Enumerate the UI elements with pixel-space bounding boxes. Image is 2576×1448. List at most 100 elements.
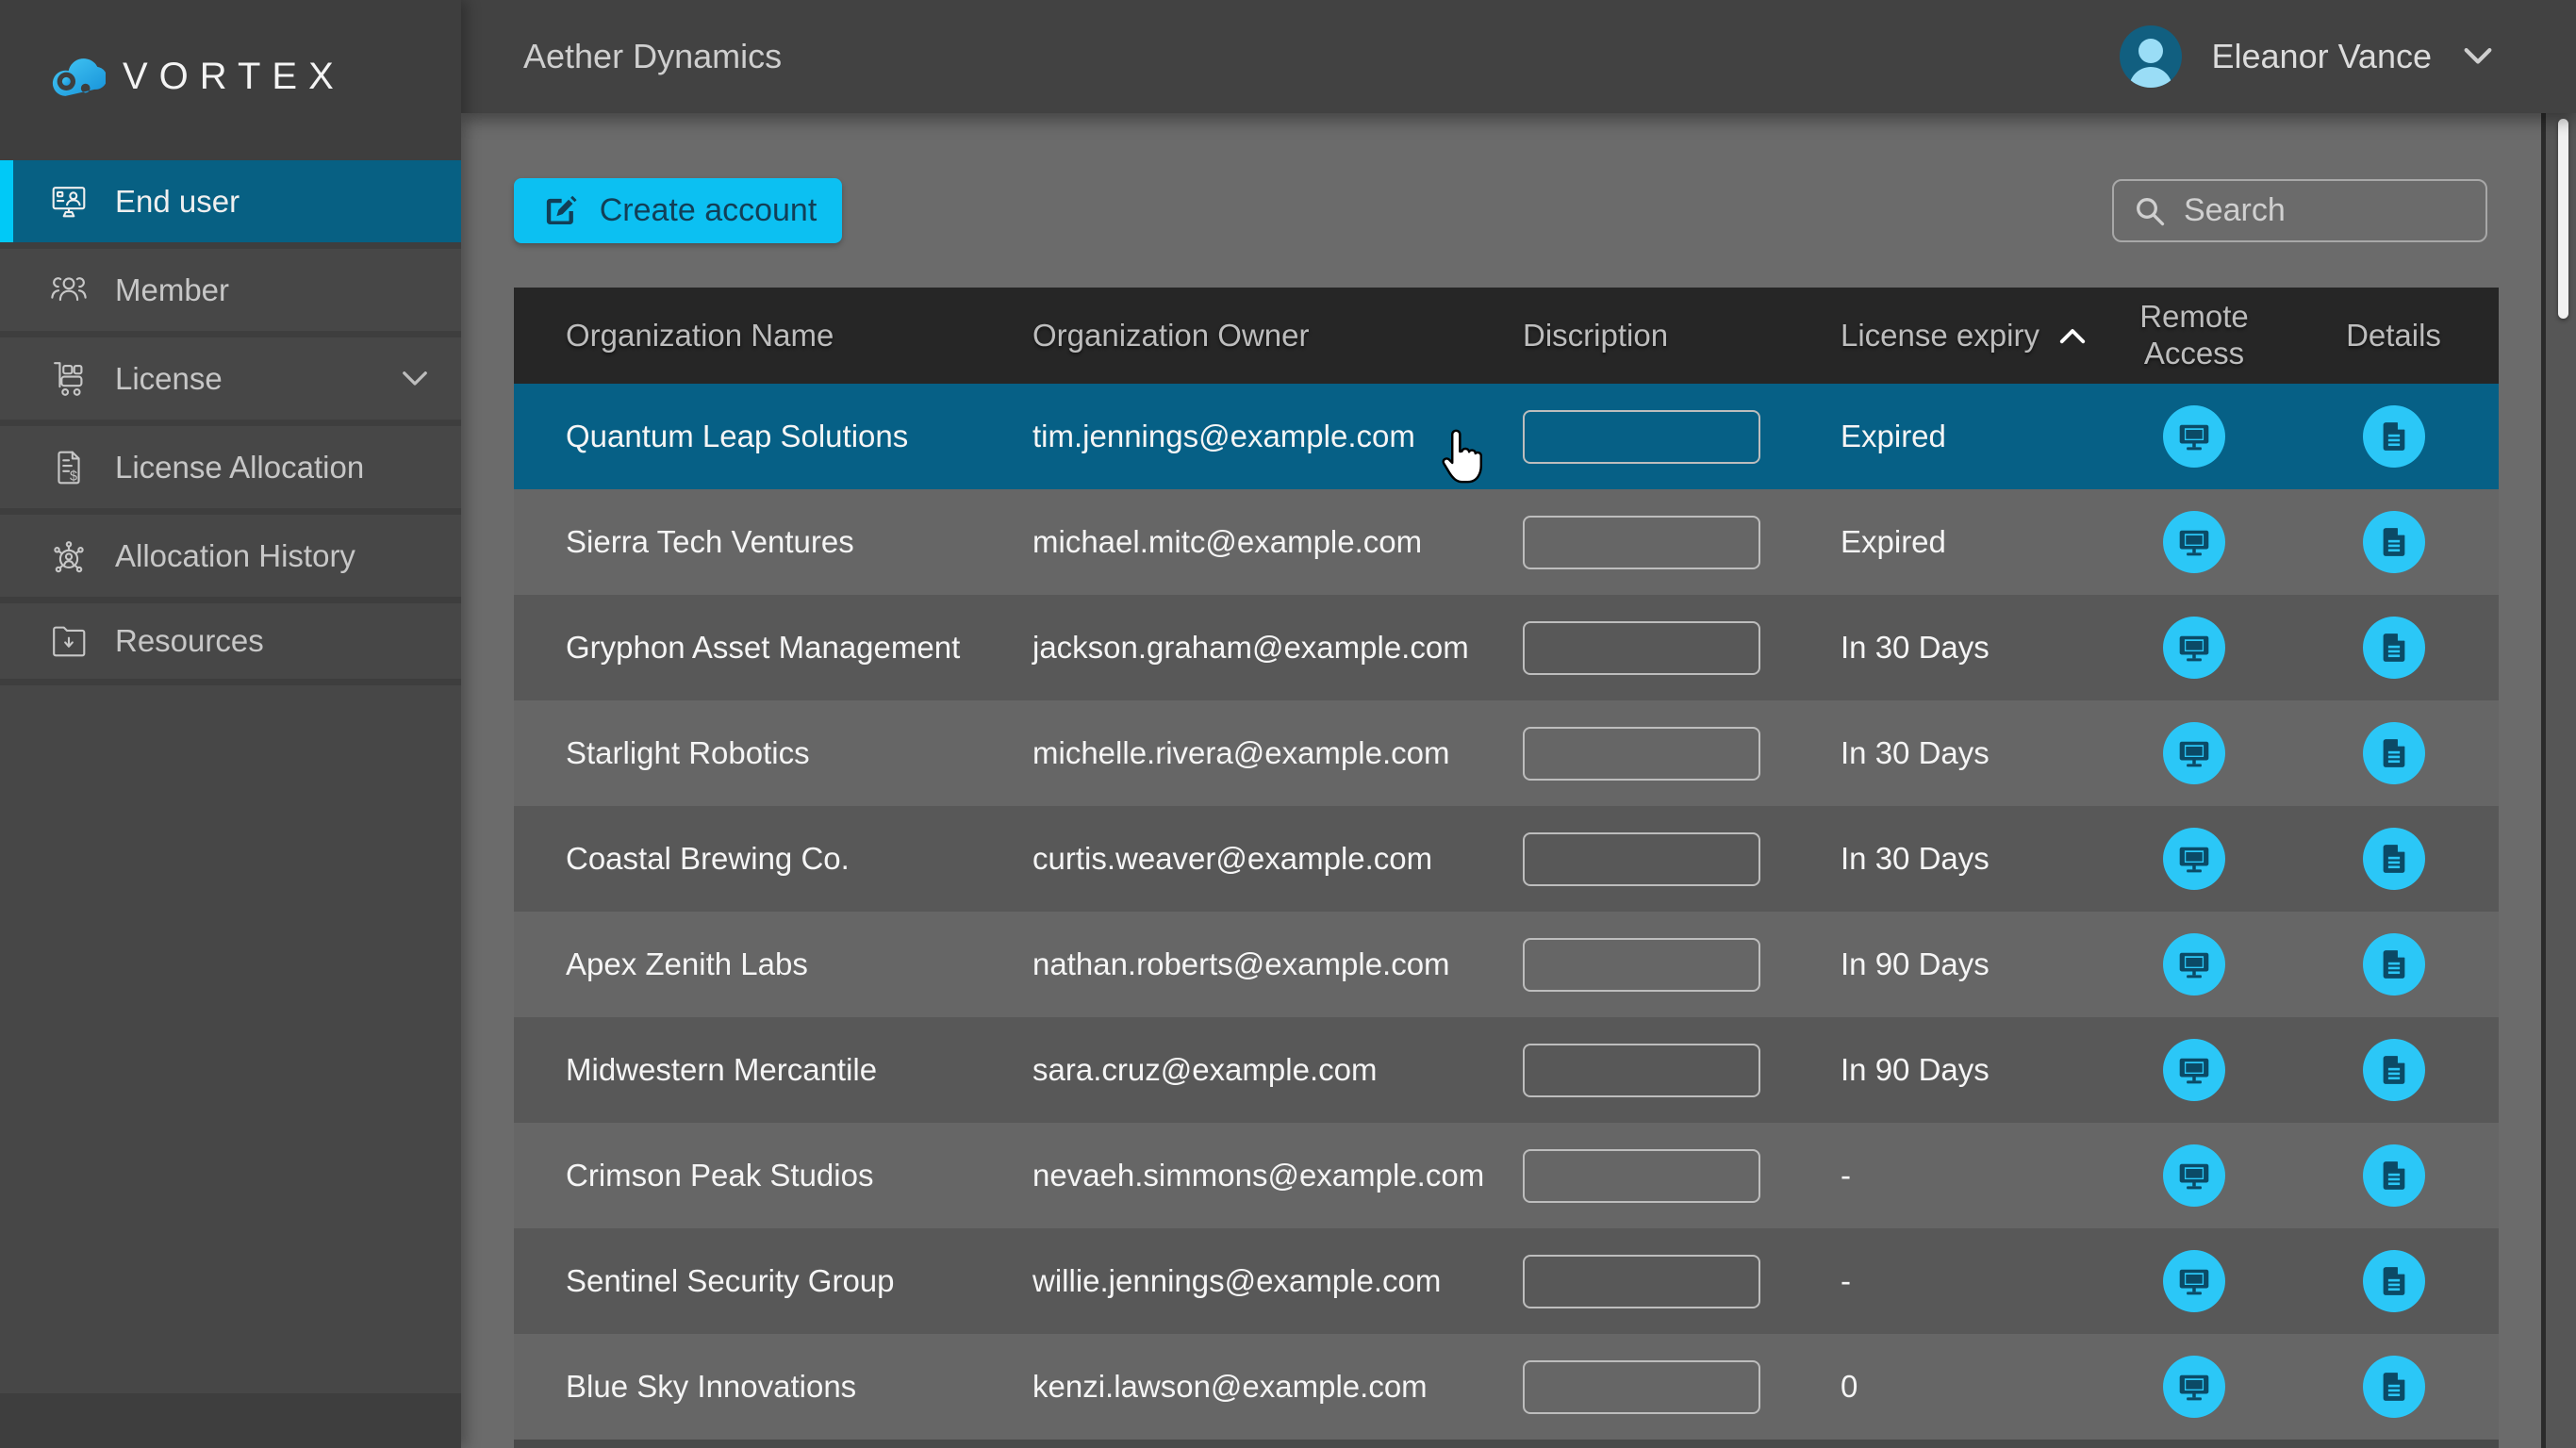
description-input[interactable]	[1523, 1255, 1760, 1308]
document-icon	[2374, 945, 2414, 984]
users-icon	[47, 269, 91, 312]
table-row[interactable]: Starlight Robotics michelle.rivera@examp…	[514, 700, 2499, 806]
org-owner: willie.jennings@example.com	[981, 1263, 1471, 1299]
scrollbar-track[interactable]	[2546, 113, 2576, 1448]
remote-access-button[interactable]	[2163, 617, 2225, 679]
table-row[interactable]: Crimson Peak Studios nevaeh.simmons@exam…	[514, 1123, 2499, 1228]
remote-access-button[interactable]	[2163, 933, 2225, 996]
cloud-icon	[47, 56, 106, 98]
search-input[interactable]	[2184, 192, 2576, 229]
monitor-icon	[2174, 628, 2214, 667]
details-button[interactable]	[2363, 933, 2425, 996]
remote-access-button[interactable]	[2163, 722, 2225, 784]
table-row[interactable]: Sierra Tech Ventures michael.mitc@exampl…	[514, 489, 2499, 595]
license-expiry: In 30 Days	[1789, 841, 2100, 877]
remote-access-button[interactable]	[2163, 1356, 2225, 1418]
sidebar-item-label: Allocation History	[115, 538, 355, 574]
table-row[interactable]: Sentinel Security Group willie.jennings@…	[514, 1228, 2499, 1334]
org-name: Midwestern Mercantile	[514, 1052, 981, 1088]
monitor-icon	[2174, 839, 2214, 879]
document-icon	[2374, 1367, 2414, 1407]
license-expiry: In 90 Days	[1789, 1052, 2100, 1088]
sidebar-item-label: Resources	[115, 623, 264, 659]
monitor-icon	[2174, 522, 2214, 562]
sidebar-item-member[interactable]: Member	[0, 242, 461, 331]
remote-access-button[interactable]	[2163, 405, 2225, 468]
topbar: Aether Dynamics Eleanor Vance	[461, 0, 2576, 113]
document-icon	[2374, 1261, 2414, 1301]
table-row[interactable]: Apex Zenith Labs nathan.roberts@example.…	[514, 912, 2499, 1017]
description-input[interactable]	[1523, 621, 1760, 675]
remote-access-button[interactable]	[2163, 828, 2225, 890]
scrollbar-thumb[interactable]	[2558, 119, 2568, 319]
document-icon	[2374, 522, 2414, 562]
sidebar-item-license[interactable]: License	[0, 331, 461, 420]
sidebar-item-resources[interactable]: Resources	[0, 597, 461, 685]
details-button[interactable]	[2363, 405, 2425, 468]
table-row[interactable]: Coastal Brewing Co. curtis.weaver@exampl…	[514, 806, 2499, 912]
description-input[interactable]	[1523, 1360, 1760, 1414]
details-button[interactable]	[2363, 1356, 2425, 1418]
create-account-button[interactable]: Create account	[514, 178, 842, 243]
document-icon	[2374, 417, 2414, 456]
description-input[interactable]	[1523, 832, 1760, 886]
description-input[interactable]	[1523, 1149, 1760, 1203]
org-name: Apex Zenith Labs	[514, 946, 981, 982]
table-row[interactable]: Blue Sky Innovations kenzi.lawson@exampl…	[514, 1334, 2499, 1440]
monitor-user-icon	[47, 180, 91, 223]
sidebar-item-label: License Allocation	[115, 450, 364, 485]
table-body: Quantum Leap Solutions tim.jennings@exam…	[514, 384, 2499, 1440]
sidebar-footer	[0, 1393, 461, 1448]
table-row[interactable]: Gryphon Asset Management jackson.graham@…	[514, 595, 2499, 700]
column-header-license-expiry[interactable]: License expiry	[1789, 318, 2100, 354]
table-row[interactable]: Quantum Leap Solutions tim.jennings@exam…	[514, 384, 2499, 489]
org-owner: tim.jennings@example.com	[981, 419, 1471, 454]
license-expiry: 0	[1789, 1369, 2100, 1405]
org-owner: michelle.rivera@example.com	[981, 735, 1471, 771]
org-name: Gryphon Asset Management	[514, 630, 981, 666]
table-header: Organization NameOrganization OwnerDiscr…	[514, 288, 2499, 384]
monitor-icon	[2174, 733, 2214, 773]
description-input[interactable]	[1523, 938, 1760, 992]
folder-download-icon	[47, 619, 91, 663]
details-button[interactable]	[2363, 617, 2425, 679]
network-person-icon	[47, 535, 91, 578]
license-expiry: Expired	[1789, 524, 2100, 560]
org-name: Sierra Tech Ventures	[514, 524, 981, 560]
details-button[interactable]	[2363, 511, 2425, 573]
sidebar-item-allocation-history[interactable]: Allocation History	[0, 508, 461, 597]
user-name: Eleanor Vance	[2212, 37, 2433, 76]
description-input[interactable]	[1523, 727, 1760, 781]
details-button[interactable]	[2363, 1144, 2425, 1207]
org-owner: kenzi.lawson@example.com	[981, 1369, 1471, 1405]
license-expiry: In 30 Days	[1789, 630, 2100, 666]
sidebar-item-end-user[interactable]: End user	[0, 154, 461, 242]
table-row[interactable]: Midwestern Mercantile sara.cruz@example.…	[514, 1017, 2499, 1123]
user-menu[interactable]: Eleanor Vance	[2120, 25, 2495, 88]
chevron-up-icon	[2058, 326, 2087, 345]
remote-access-button[interactable]	[2163, 1144, 2225, 1207]
column-header-discription: Discription	[1471, 318, 1789, 354]
details-button[interactable]	[2363, 1039, 2425, 1101]
content-edge-line	[2541, 113, 2546, 1448]
description-input[interactable]	[1523, 1044, 1760, 1097]
search-box	[2112, 179, 2487, 242]
doc-dollar-icon: $	[47, 446, 91, 489]
org-owner: nevaeh.simmons@example.com	[981, 1158, 1471, 1193]
description-input[interactable]	[1523, 516, 1760, 569]
details-button[interactable]	[2363, 1250, 2425, 1312]
monitor-icon	[2174, 1156, 2214, 1195]
chevron-down-icon	[2462, 46, 2494, 67]
brand-logo: VORTEX	[0, 0, 461, 154]
monitor-icon	[2174, 1261, 2214, 1301]
remote-access-button[interactable]	[2163, 511, 2225, 573]
details-button[interactable]	[2363, 722, 2425, 784]
cart-icon	[47, 357, 91, 401]
monitor-icon	[2174, 417, 2214, 456]
description-input[interactable]	[1523, 410, 1760, 464]
sidebar-item-license-allocation[interactable]: $ License Allocation	[0, 420, 461, 508]
remote-access-button[interactable]	[2163, 1250, 2225, 1312]
details-button[interactable]	[2363, 828, 2425, 890]
license-expiry: In 90 Days	[1789, 946, 2100, 982]
remote-access-button[interactable]	[2163, 1039, 2225, 1101]
